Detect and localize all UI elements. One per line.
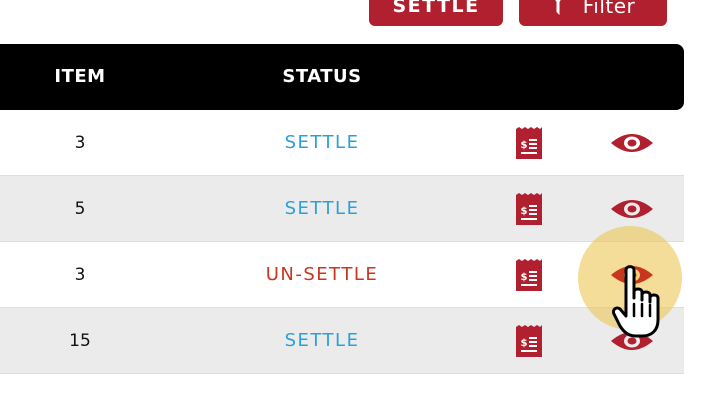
table-row: 3 SETTLE $ (0, 110, 684, 176)
order-table-screen: SETTLE Filter ITEM STATUS 3 SETTLE $ 5 S… (0, 0, 708, 402)
table-row: 15 SETTLE $ (0, 308, 684, 374)
table-row: 5 SETTLE $ (0, 176, 684, 242)
status-badge: SETTLE (284, 132, 360, 153)
status-badge: SETTLE (284, 330, 360, 351)
filter-button-label: Filter (582, 0, 636, 18)
hand-pointer-icon (612, 265, 660, 338)
status-badge: UN-SETTLE (265, 264, 379, 285)
table-header: ITEM STATUS (0, 44, 684, 110)
header-status: STATUS (282, 66, 362, 87)
receipt-icon[interactable]: $ (516, 259, 542, 291)
svg-text:$: $ (521, 338, 528, 349)
header-item: ITEM (54, 66, 106, 87)
receipt-icon[interactable]: $ (516, 193, 542, 225)
eye-icon[interactable] (610, 197, 654, 221)
svg-text:$: $ (521, 272, 528, 283)
item-count: 3 (74, 133, 86, 153)
svg-text:$: $ (521, 206, 528, 217)
filter-button[interactable]: Filter (519, 0, 667, 26)
svg-text:$: $ (521, 140, 528, 151)
item-count: 5 (74, 199, 86, 219)
receipt-icon[interactable]: $ (516, 325, 542, 357)
status-badge: SETTLE (284, 198, 360, 219)
funnel-icon (555, 0, 561, 15)
settle-button[interactable]: SETTLE (369, 0, 503, 26)
item-count: 15 (69, 331, 91, 351)
receipt-icon[interactable]: $ (516, 127, 542, 159)
item-count: 3 (74, 265, 86, 285)
settle-button-label: SETTLE (392, 0, 480, 17)
eye-icon[interactable] (610, 131, 654, 155)
